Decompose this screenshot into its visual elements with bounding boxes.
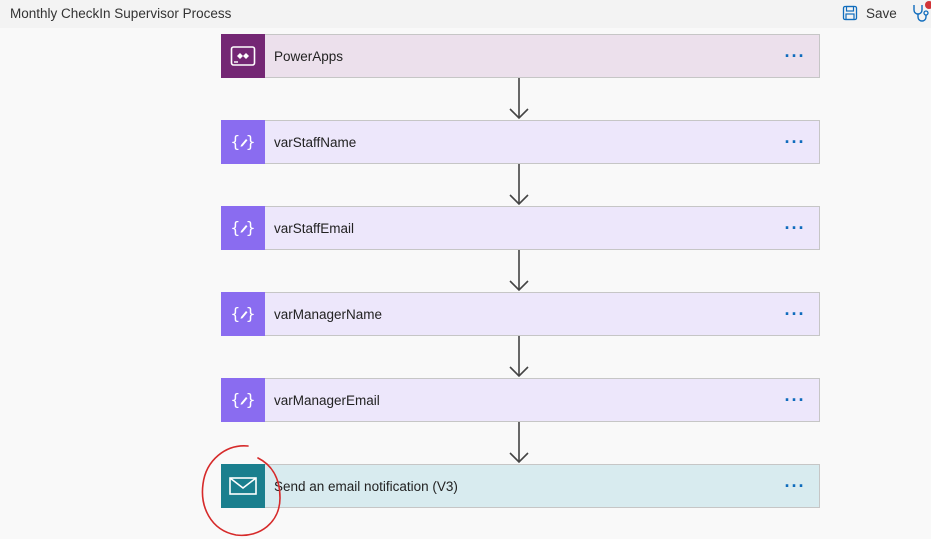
svg-text:{ }: { } — [230, 218, 255, 237]
variable-icon: { } — [221, 206, 265, 250]
flow-canvas: PowerApps ··· { } varStaffName ··· { } v… — [0, 28, 931, 539]
flow-checker-button[interactable] — [910, 1, 931, 24]
save-label: Save — [866, 5, 897, 21]
more-options-button[interactable]: ··· — [775, 391, 815, 409]
step-var-manager-name[interactable]: { } varManagerName ··· — [221, 292, 820, 336]
save-icon — [842, 5, 858, 21]
step-var-staff-name[interactable]: { } varStaffName ··· — [221, 120, 820, 164]
more-options-button[interactable]: ··· — [775, 133, 815, 151]
save-button[interactable]: Save — [842, 3, 897, 23]
step-send-email-notification[interactable]: Send an email notification (V3) ··· — [221, 464, 820, 508]
error-indicator-dot — [925, 1, 931, 9]
arrow-down-icon — [509, 78, 529, 120]
step-powerapps[interactable]: PowerApps ··· — [221, 34, 820, 78]
arrow-down-icon — [509, 422, 529, 464]
step-var-staff-email[interactable]: { } varStaffEmail ··· — [221, 206, 820, 250]
more-options-button[interactable]: ··· — [775, 219, 815, 237]
step-label: varManagerName — [274, 306, 383, 322]
svg-text:{ }: { } — [230, 304, 255, 323]
arrow-down-icon — [509, 250, 529, 292]
more-options-button[interactable]: ··· — [775, 305, 815, 323]
variable-icon: { } — [221, 292, 265, 336]
more-options-button[interactable]: ··· — [775, 47, 815, 65]
svg-text:{ }: { } — [230, 132, 255, 151]
mail-icon — [221, 464, 265, 508]
flow-title: Monthly CheckIn Supervisor Process — [10, 6, 232, 21]
step-label: varStaffName — [274, 134, 357, 150]
step-label: varStaffEmail — [274, 220, 355, 236]
arrow-down-icon — [509, 336, 529, 378]
more-options-button[interactable]: ··· — [775, 477, 815, 495]
svg-text:{ }: { } — [230, 390, 255, 409]
step-label: varManagerEmail — [274, 392, 380, 408]
variable-icon: { } — [221, 378, 265, 422]
powerapps-icon — [221, 34, 265, 78]
arrow-down-icon — [509, 164, 529, 206]
variable-icon: { } — [221, 120, 265, 164]
top-bar: Monthly CheckIn Supervisor Process Save — [0, 0, 931, 28]
step-label: PowerApps — [274, 48, 344, 64]
step-var-manager-email[interactable]: { } varManagerEmail ··· — [221, 378, 820, 422]
step-label: Send an email notification (V3) — [274, 478, 458, 494]
